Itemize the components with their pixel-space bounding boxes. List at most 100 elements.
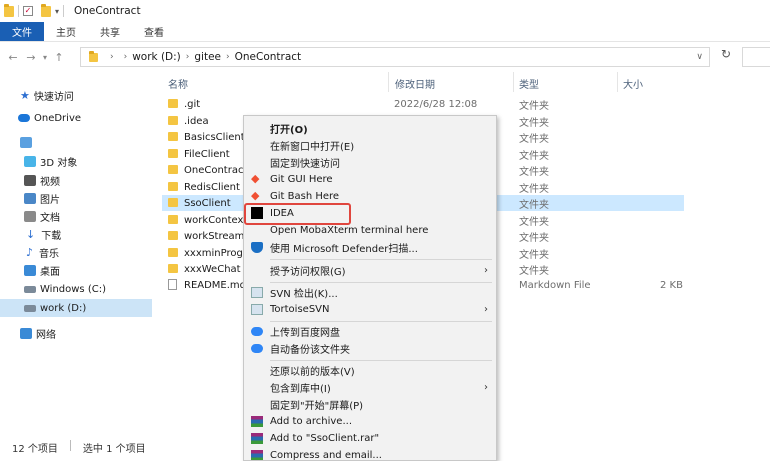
search-input[interactable] <box>742 47 770 67</box>
nav-item-onedrive[interactable]: OneDrive <box>0 109 152 127</box>
git-icon: ◆ <box>251 172 260 185</box>
file-type: Markdown File <box>519 279 591 291</box>
menu-item-defender-scan[interactable]: 使用 Microsoft Defender扫描... <box>244 239 496 256</box>
column-divider[interactable] <box>513 72 514 92</box>
file-name: xxxWeChat <box>184 263 241 275</box>
menu-item-add-archive[interactable]: Add to archive... <box>244 413 496 430</box>
cube-icon <box>24 155 36 167</box>
menu-item-pin-quick-access[interactable]: 固定到快速访问 <box>244 154 496 171</box>
nav-item-this-pc[interactable] <box>0 133 152 151</box>
chevron-right-icon: › <box>484 382 488 393</box>
address-bar[interactable]: › › work (D:) › gitee › OneContract ∨ <box>80 47 710 67</box>
menu-item-git-gui[interactable]: ◆ Git GUI Here <box>244 171 496 188</box>
nav-item-3d-objects[interactable]: 3D 对象 <box>0 152 152 170</box>
folder-icon <box>168 198 178 207</box>
nav-item-documents[interactable]: 文档 <box>0 207 152 225</box>
folder-icon <box>168 215 178 224</box>
menu-divider <box>270 282 492 283</box>
folder-icon <box>168 116 178 125</box>
folder-icon <box>168 132 178 141</box>
column-date[interactable]: 修改日期 <box>395 76 435 91</box>
nav-item-downloads[interactable]: ↓ 下载 <box>0 225 152 243</box>
menu-label: Open MobaXterm terminal here <box>270 225 429 236</box>
recent-dropdown-icon[interactable]: ▾ <box>40 53 50 62</box>
chevron-right-icon[interactable]: › <box>110 52 114 62</box>
menu-item-open-new-window[interactable]: 在新窗口中打开(E) <box>244 137 496 154</box>
star-icon: ★ <box>20 88 30 102</box>
nav-item-videos[interactable]: 视频 <box>0 171 152 189</box>
nav-item-quick-access[interactable]: ★ 快速访问 <box>0 86 152 104</box>
nav-item-music[interactable]: ♪ 音乐 <box>0 243 152 261</box>
nav-label: Windows (C:) <box>40 283 106 295</box>
chevron-down-icon[interactable]: ▾ <box>55 7 59 16</box>
column-divider[interactable] <box>388 72 389 92</box>
refresh-icon[interactable]: ↻ <box>716 47 736 65</box>
menu-item-include-library[interactable]: 包含到库中(I) › <box>244 379 496 396</box>
menu-item-pin-start[interactable]: 固定到"开始"屏幕(P) <box>244 396 496 413</box>
winrar-icon <box>251 433 263 444</box>
nav-label: OneDrive <box>34 112 82 124</box>
forward-icon[interactable]: → <box>22 51 40 64</box>
nav-label: 网络 <box>36 329 56 341</box>
menu-divider <box>270 360 492 361</box>
file-type: 文件夹 <box>519 166 549 178</box>
tab-home[interactable]: 主页 <box>44 22 88 41</box>
chevron-right-icon[interactable]: › <box>124 52 128 62</box>
properties-icon[interactable]: ✓ <box>23 6 33 16</box>
file-type: 文件夹 <box>519 249 549 261</box>
menu-label: 固定到快速访问 <box>270 159 340 170</box>
menu-label: SVN 检出(K)... <box>270 289 338 300</box>
tab-view[interactable]: 查看 <box>132 22 176 41</box>
nav-item-drive-d[interactable]: work (D:) <box>0 299 152 317</box>
breadcrumb-drive[interactable]: work (D:) <box>132 51 181 63</box>
back-icon[interactable]: ← <box>4 51 22 64</box>
menu-item-tortoisesvn[interactable]: TortoiseSVN › <box>244 301 496 318</box>
menu-item-svn-checkout[interactable]: SVN 检出(K)... <box>244 284 496 301</box>
winrar-icon <box>251 450 263 460</box>
nav-item-pictures[interactable]: 图片 <box>0 189 152 207</box>
file-type: 文件夹 <box>519 150 549 162</box>
divider <box>69 440 71 451</box>
column-type[interactable]: 类型 <box>519 76 539 91</box>
nav-item-network[interactable]: 网络 <box>0 324 152 342</box>
tab-file[interactable]: 文件 <box>0 22 44 41</box>
menu-item-baidu-upload[interactable]: 上传到百度网盘 <box>244 323 496 340</box>
menu-item-restore-versions[interactable]: 还原以前的版本(V) <box>244 362 496 379</box>
tab-share[interactable]: 共享 <box>88 22 132 41</box>
column-size[interactable]: 大小 <box>623 76 643 91</box>
music-icon: ♪ <box>26 245 34 259</box>
menu-label: 打开(O) <box>270 125 308 136</box>
breadcrumb-onecontract[interactable]: OneContract <box>235 51 302 63</box>
menu-item-add-rar[interactable]: Add to "SsoClient.rar" <box>244 430 496 447</box>
defender-icon <box>251 242 263 253</box>
folder-icon <box>168 165 178 174</box>
menu-divider <box>270 321 492 322</box>
breadcrumb-gitee[interactable]: gitee <box>194 51 221 63</box>
chevron-down-icon[interactable]: ∨ <box>696 52 703 62</box>
drive-icon <box>24 285 36 293</box>
up-icon[interactable]: ↑ <box>50 51 68 64</box>
chevron-right-icon[interactable]: › <box>226 52 230 62</box>
nav-item-drive-c[interactable]: Windows (C:) <box>0 280 152 298</box>
column-name[interactable]: 名称 <box>168 76 188 91</box>
new-folder-icon[interactable] <box>41 3 51 17</box>
menu-item-compress-email[interactable]: Compress and email... <box>244 447 496 460</box>
column-divider[interactable] <box>617 72 618 92</box>
folder-icon <box>168 149 178 158</box>
chevron-right-icon[interactable]: › <box>186 52 190 62</box>
winrar-icon <box>251 416 263 427</box>
nav-item-desktop[interactable]: 桌面 <box>0 261 152 279</box>
menu-label: 自动备份该文件夹 <box>270 345 350 356</box>
pc-icon <box>20 136 32 148</box>
download-icon: ↓ <box>26 227 36 241</box>
menu-item-grant-access[interactable]: 授予访问权限(G) › <box>244 262 496 279</box>
menu-label: Git GUI Here <box>270 174 333 185</box>
file-name: README.md <box>184 279 247 291</box>
drive-icon <box>24 304 36 312</box>
menu-item-open[interactable]: 打开(O) <box>244 120 496 137</box>
table-row[interactable]: .git 2022/6/28 12:08 文件夹 <box>162 96 684 112</box>
menu-label: TortoiseSVN <box>270 304 330 315</box>
menu-item-baidu-backup[interactable]: 自动备份该文件夹 <box>244 340 496 357</box>
folder-icon <box>168 99 178 108</box>
video-icon <box>24 174 36 186</box>
